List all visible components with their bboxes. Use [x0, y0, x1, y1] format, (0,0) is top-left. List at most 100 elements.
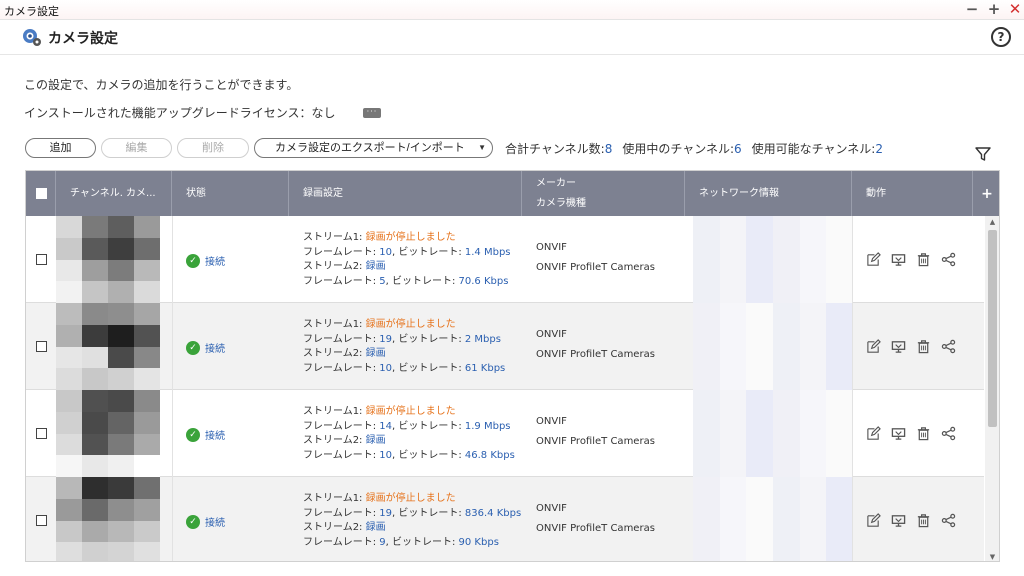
row-checkbox[interactable] — [36, 341, 47, 352]
used-channels-label: 使用中のチャンネル: — [622, 142, 735, 156]
header-recording[interactable]: 録画設定 — [289, 171, 522, 216]
table-row[interactable]: ✓ 接続 ストリーム1: 録画が停止しました フレームレート: 10, ビットレ… — [26, 216, 984, 303]
stream2-fps: 10 — [379, 449, 392, 461]
monitor-icon[interactable] — [891, 339, 906, 354]
header-channel[interactable]: チャンネル. カメ... — [56, 171, 172, 216]
row-checkbox[interactable] — [36, 515, 47, 526]
table-row[interactable]: ✓ 接続 ストリーム1: 録画が停止しました フレームレート: 19, ビットレ… — [26, 477, 984, 561]
stream2-fps-label: フレームレート: — [303, 536, 380, 548]
select-all-checkbox[interactable] — [36, 188, 47, 199]
stream1-label: ストリーム1: — [303, 406, 366, 417]
stream1-label: ストリーム1: — [303, 232, 366, 243]
trash-icon[interactable] — [916, 339, 931, 354]
stream1-fps-label: フレームレート: — [303, 507, 380, 519]
status-text: 接続 — [205, 431, 225, 442]
stream2-bitrate: 61 Kbps — [464, 362, 506, 374]
scroll-up-icon[interactable]: ▲ — [985, 218, 999, 226]
vertical-scrollbar[interactable]: ▲ ▼ — [985, 216, 999, 561]
table-row[interactable]: ✓ 接続 ストリーム1: 録画が停止しました フレームレート: 19, ビットレ… — [26, 303, 984, 390]
export-import-dropdown[interactable]: カメラ設定のエクスポート/インポート ▼ — [254, 138, 493, 158]
stream1-state: 録画が停止しました — [365, 232, 456, 243]
monitor-icon[interactable] — [891, 252, 906, 267]
status-cell: ✓ 接続 — [186, 340, 225, 355]
row-checkbox[interactable] — [36, 428, 47, 439]
header-maker-label: メーカー — [536, 177, 576, 189]
row-checkbox[interactable] — [36, 254, 47, 265]
scroll-down-icon[interactable]: ▼ — [985, 553, 999, 561]
stream1-bitrate: 836.4 Kbps — [464, 507, 522, 519]
share-icon[interactable] — [941, 426, 956, 441]
network-info-blurred — [693, 390, 853, 477]
share-icon[interactable] — [941, 513, 956, 528]
model-text: ONVIF ProfileT Cameras — [536, 262, 655, 273]
stream2-bitrate: 70.6 Kbps — [458, 275, 509, 287]
stream2-state: 録画 — [365, 522, 386, 533]
table-row[interactable]: ✓ 接続 ストリーム1: 録画が停止しました フレームレート: 14, ビットレ… — [26, 390, 984, 477]
trash-icon[interactable] — [916, 426, 931, 441]
model-text: ONVIF ProfileT Cameras — [536, 436, 655, 447]
app-header: カメラ設定 ? — [0, 21, 1024, 55]
model-text: ONVIF ProfileT Cameras — [536, 349, 655, 360]
share-icon[interactable] — [941, 339, 956, 354]
header-status[interactable]: 状態 — [172, 171, 289, 216]
scrollbar-thumb[interactable] — [988, 230, 997, 427]
stream2-label: ストリーム2: — [303, 261, 366, 272]
edit-icon[interactable] — [866, 339, 881, 354]
stream2-bitrate-label: , ビットレート: — [385, 275, 459, 287]
edit-button[interactable]: 編集 — [101, 138, 172, 158]
export-import-label: カメラ設定のエクスポート/インポート — [275, 142, 465, 154]
stream2-bitrate-label: , ビットレート: — [385, 536, 459, 548]
column-divider — [172, 216, 173, 561]
stream1-bitrate: 1.4 Mbps — [464, 246, 511, 258]
add-button[interactable]: 追加 — [25, 138, 96, 158]
close-button[interactable]: ✕ — [1007, 1, 1023, 17]
minimize-button[interactable]: − — [964, 1, 980, 17]
edit-icon[interactable] — [866, 426, 881, 441]
stream1-fps-label: フレームレート: — [303, 246, 380, 258]
maker-text: ONVIF — [536, 242, 567, 253]
trash-icon[interactable] — [916, 252, 931, 267]
maker-text: ONVIF — [536, 329, 567, 340]
header-channel-label: チャンネル. カメ... — [70, 187, 156, 199]
header-maker-model[interactable]: メーカー カメラ機種 — [522, 171, 685, 216]
edit-icon[interactable] — [866, 513, 881, 528]
stream1-state: 録画が停止しました — [365, 406, 456, 417]
window-titlebar: カメラ設定 − + ✕ — [0, 0, 1024, 20]
stream1-fps-label: フレームレート: — [303, 333, 380, 345]
check-circle-icon: ✓ — [186, 340, 200, 355]
stream2-bitrate: 46.8 Kbps — [464, 449, 515, 461]
trash-icon[interactable] — [916, 513, 931, 528]
check-circle-icon: ✓ — [186, 514, 200, 529]
recording-settings: ストリーム1: 録画が停止しました フレームレート: 10, ビットレート: 1… — [303, 231, 511, 289]
stream1-bitrate: 1.9 Mbps — [464, 420, 511, 432]
stream1-bitrate-label: , ビットレート: — [391, 333, 465, 345]
chevron-down-icon: ▼ — [478, 143, 486, 152]
more-icon[interactable]: ··· — [363, 108, 381, 118]
delete-button[interactable]: 削除 — [177, 138, 249, 158]
check-circle-icon: ✓ — [186, 427, 200, 442]
header-network[interactable]: ネットワーク情報 — [685, 171, 852, 216]
monitor-icon[interactable] — [891, 513, 906, 528]
check-circle-icon: ✓ — [186, 253, 200, 268]
stream1-bitrate-label: , ビットレート: — [391, 507, 465, 519]
network-info-blurred — [693, 303, 853, 390]
edit-icon[interactable] — [866, 252, 881, 267]
filter-icon[interactable] — [975, 146, 991, 162]
camera-gear-icon — [23, 29, 41, 46]
column-divider — [852, 216, 853, 561]
maker-text: ONVIF — [536, 503, 567, 514]
add-column-button[interactable]: + — [973, 171, 999, 216]
help-icon[interactable]: ? — [991, 27, 1011, 47]
share-icon[interactable] — [941, 252, 956, 267]
status-cell: ✓ 接続 — [186, 253, 225, 268]
camera-thumbnail — [56, 477, 160, 561]
header-actions-label: 動作 — [866, 187, 886, 199]
monitor-icon[interactable] — [891, 426, 906, 441]
maximize-button[interactable]: + — [986, 1, 1002, 17]
stream2-bitrate-label: , ビットレート: — [391, 449, 465, 461]
stream1-bitrate: 2 Mbps — [464, 333, 501, 345]
recording-settings: ストリーム1: 録画が停止しました フレームレート: 14, ビットレート: 1… — [303, 405, 515, 463]
stream1-label: ストリーム1: — [303, 493, 366, 504]
stream2-state: 録画 — [365, 435, 386, 446]
status-text: 接続 — [205, 344, 225, 355]
